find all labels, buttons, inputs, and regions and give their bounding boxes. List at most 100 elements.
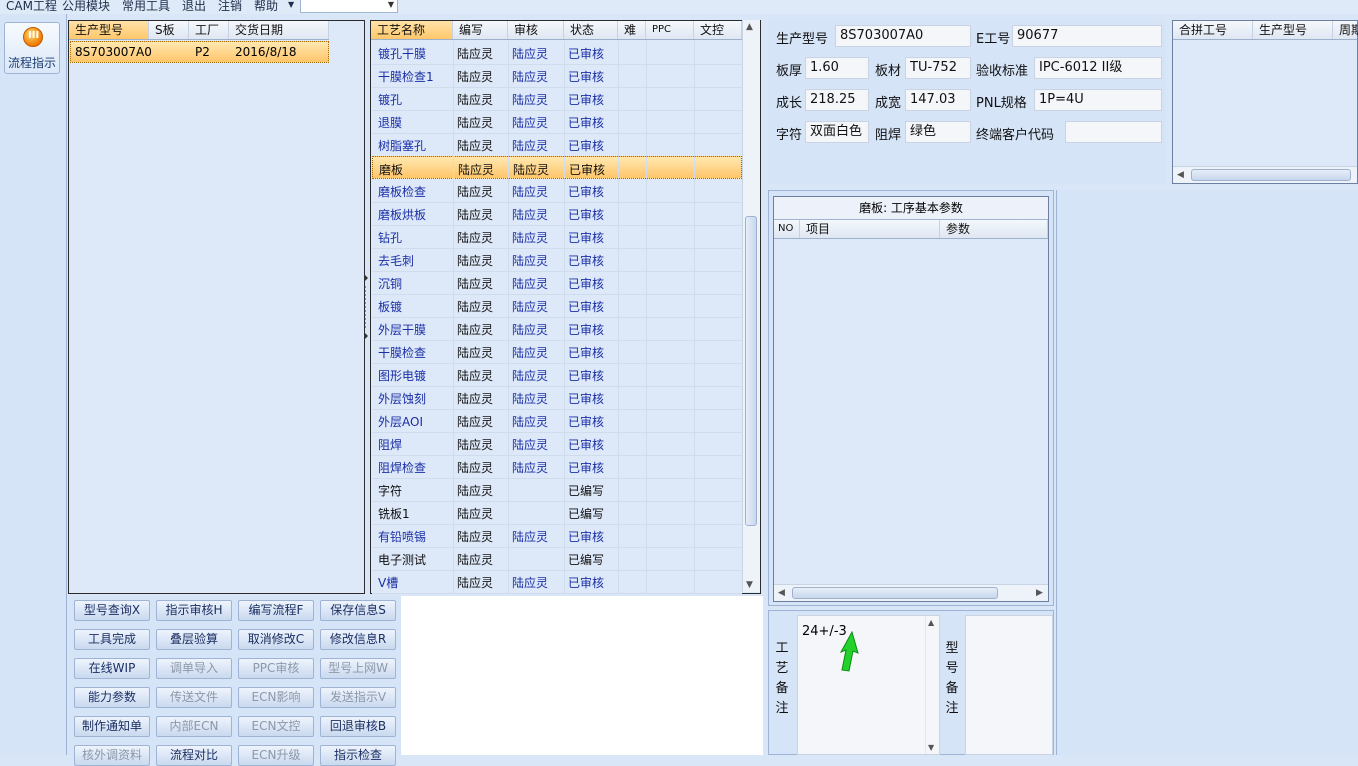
remark-scrollbar[interactable]: ▲ ▼ (925, 616, 939, 754)
action-button-4[interactable]: 工具完成 (74, 629, 150, 650)
menu-combo-box[interactable]: ▼ (300, 0, 398, 13)
table-row[interactable]: 外层AOI 陆应灵 陆应灵 已审核 (372, 409, 742, 433)
table-row[interactable]: 磨板检查 陆应灵 陆应灵 已审核 (372, 179, 742, 203)
table-row[interactable]: 去毛刺 陆应灵 陆应灵 已审核 (372, 248, 742, 272)
action-button-10[interactable]: PPC审核 (238, 658, 314, 679)
col-doc-control[interactable]: 文控 (694, 21, 742, 39)
menu-common-tools[interactable]: 常用工具 (122, 0, 170, 14)
process-grid-scrollbar[interactable]: ▲ ▼ (742, 20, 760, 592)
table-row[interactable]: 铣板1 陆应灵 已编写 (372, 501, 742, 525)
model-field[interactable]: 8S703007A0 (835, 25, 971, 47)
table-row[interactable]: 板镀 陆应灵 陆应灵 已审核 (372, 294, 742, 318)
merge-grid-hscrollbar[interactable]: ◀ (1173, 166, 1357, 183)
action-button-22[interactable]: ECN升级 (238, 745, 314, 766)
col-reviewer[interactable]: 审核 (508, 21, 564, 39)
col-merge-no[interactable]: 合拼工号 (1173, 21, 1253, 39)
col-delivery-date[interactable]: 交货日期 (229, 21, 329, 39)
action-button-1[interactable]: 指示审核H (156, 600, 232, 621)
table-row[interactable]: 外层干膜 陆应灵 陆应灵 已审核 (372, 317, 742, 341)
pnl-field[interactable]: 1P=4U (1034, 89, 1162, 111)
scroll-right-icon[interactable]: ▶ (1036, 588, 1043, 598)
col-s-board[interactable]: S板 (149, 21, 189, 39)
scroll-up-icon[interactable]: ▲ (928, 618, 934, 627)
table-row[interactable]: 干膜检查1 陆应灵 陆应灵 已审核 (372, 64, 742, 88)
scroll-down-icon[interactable]: ▼ (928, 743, 934, 752)
params-hscrollbar[interactable]: ◀ ▶ (774, 584, 1048, 601)
material-field[interactable]: TU-752 (905, 57, 971, 79)
help-dropdown-icon[interactable]: ▼ (288, 0, 294, 9)
table-row[interactable]: 干膜检查 陆应灵 陆应灵 已审核 (372, 340, 742, 364)
table-row[interactable]: 字符 陆应灵 已编写 (372, 478, 742, 502)
table-row[interactable]: 阻焊检查 陆应灵 陆应灵 已审核 (372, 455, 742, 479)
process-remark-textarea[interactable]: 24+/-3 ▲ ▼ (797, 615, 940, 755)
width-field[interactable]: 147.03 (905, 89, 971, 111)
table-row[interactable]: 阻焊 陆应灵 陆应灵 已审核 (372, 432, 742, 456)
table-row[interactable]: 电子测试 陆应灵 已编写 (372, 547, 742, 571)
action-button-13[interactable]: 传送文件 (156, 687, 232, 708)
col-no[interactable]: NO (774, 220, 800, 238)
action-button-23[interactable]: 指示检查 (320, 745, 396, 766)
scroll-left-icon[interactable]: ◀ (1177, 170, 1184, 180)
action-button-21[interactable]: 流程对比 (156, 745, 232, 766)
table-row[interactable]: V槽 陆应灵 陆应灵 已审核 (372, 570, 742, 594)
table-row[interactable]: 磨板烘板 陆应灵 陆应灵 已审核 (372, 202, 742, 226)
eno-field[interactable]: 90677 (1012, 25, 1162, 47)
action-button-19[interactable]: 回退审核B (320, 716, 396, 737)
table-row[interactable]: 外层蚀刻 陆应灵 陆应灵 已审核 (372, 386, 742, 410)
action-button-8[interactable]: 在线WIP (74, 658, 150, 679)
col-cycle[interactable]: 周期 (1333, 21, 1358, 39)
char-field[interactable]: 双面白色 (805, 121, 869, 143)
col-difficulty[interactable]: 难 (618, 21, 646, 39)
action-button-20[interactable]: 核外调资料 (74, 745, 150, 766)
action-button-0[interactable]: 型号查询X (74, 600, 150, 621)
col-writer[interactable]: 编写 (453, 21, 508, 39)
col-status[interactable]: 状态 (564, 21, 618, 39)
menu-exit[interactable]: 退出 (182, 0, 206, 14)
action-button-6[interactable]: 取消修改C (238, 629, 314, 650)
menu-common-modules[interactable]: 公用模块 (62, 0, 110, 14)
scrollbar-thumb[interactable] (745, 216, 757, 526)
scrollbar-thumb[interactable] (792, 587, 998, 599)
col-process-name[interactable]: 工艺名称 (371, 21, 453, 39)
action-button-5[interactable]: 叠层验算 (156, 629, 232, 650)
action-button-12[interactable]: 能力参数 (74, 687, 150, 708)
standard-field[interactable]: IPC-6012 II级 (1034, 57, 1162, 79)
table-row[interactable]: 磨板 陆应灵 陆应灵 已审核 (372, 156, 742, 179)
table-row[interactable]: 有铅喷锡 陆应灵 陆应灵 已审核 (372, 524, 742, 548)
flow-indicator-button[interactable]: III 流程指示 (4, 22, 60, 74)
table-row[interactable]: 镀孔干膜 陆应灵 陆应灵 已审核 (372, 41, 742, 65)
action-button-17[interactable]: 内部ECN (156, 716, 232, 737)
action-button-9[interactable]: 调单导入 (156, 658, 232, 679)
menu-cam[interactable]: CAM工程 (6, 0, 57, 14)
action-button-11[interactable]: 型号上网W (320, 658, 396, 679)
action-button-2[interactable]: 编写流程F (238, 600, 314, 621)
table-row[interactable]: 钻孔 陆应灵 陆应灵 已审核 (372, 225, 742, 249)
col-model[interactable]: 生产型号 (69, 21, 149, 39)
length-field[interactable]: 218.25 (805, 89, 869, 111)
table-row[interactable]: 8S703007A0 P2 2016/8/18 (70, 41, 329, 63)
col-ppc[interactable]: PPC (646, 21, 694, 39)
col-factory[interactable]: 工厂 (189, 21, 229, 39)
customer-field[interactable] (1065, 121, 1162, 143)
scroll-up-icon[interactable]: ▲ (746, 22, 753, 32)
menu-help[interactable]: 帮助 (254, 0, 278, 14)
scrollbar-thumb[interactable] (1191, 169, 1351, 181)
action-button-14[interactable]: ECN影响 (238, 687, 314, 708)
action-button-7[interactable]: 修改信息R (320, 629, 396, 650)
table-row[interactable]: 沉铜 陆应灵 陆应灵 已审核 (372, 271, 742, 295)
col-merge-model[interactable]: 生产型号 (1253, 21, 1333, 39)
thickness-field[interactable]: 1.60 (805, 57, 869, 79)
table-row[interactable]: 退膜 陆应灵 陆应灵 已审核 (372, 110, 742, 134)
table-row[interactable]: 图形电镀 陆应灵 陆应灵 已审核 (372, 363, 742, 387)
scroll-down-icon[interactable]: ▼ (746, 580, 753, 590)
model-remark-textarea[interactable] (965, 615, 1053, 755)
table-row[interactable]: 树脂塞孔 陆应灵 陆应灵 已审核 (372, 133, 742, 157)
col-param[interactable]: 参数 (940, 220, 1048, 238)
table-row[interactable]: 镀孔 陆应灵 陆应灵 已审核 (372, 87, 742, 111)
action-button-16[interactable]: 制作通知单 (74, 716, 150, 737)
col-item[interactable]: 项目 (800, 220, 940, 238)
menu-logout[interactable]: 注销 (218, 0, 242, 14)
action-button-3[interactable]: 保存信息S (320, 600, 396, 621)
mask-field[interactable]: 绿色 (905, 121, 971, 143)
scroll-left-icon[interactable]: ◀ (778, 588, 785, 598)
